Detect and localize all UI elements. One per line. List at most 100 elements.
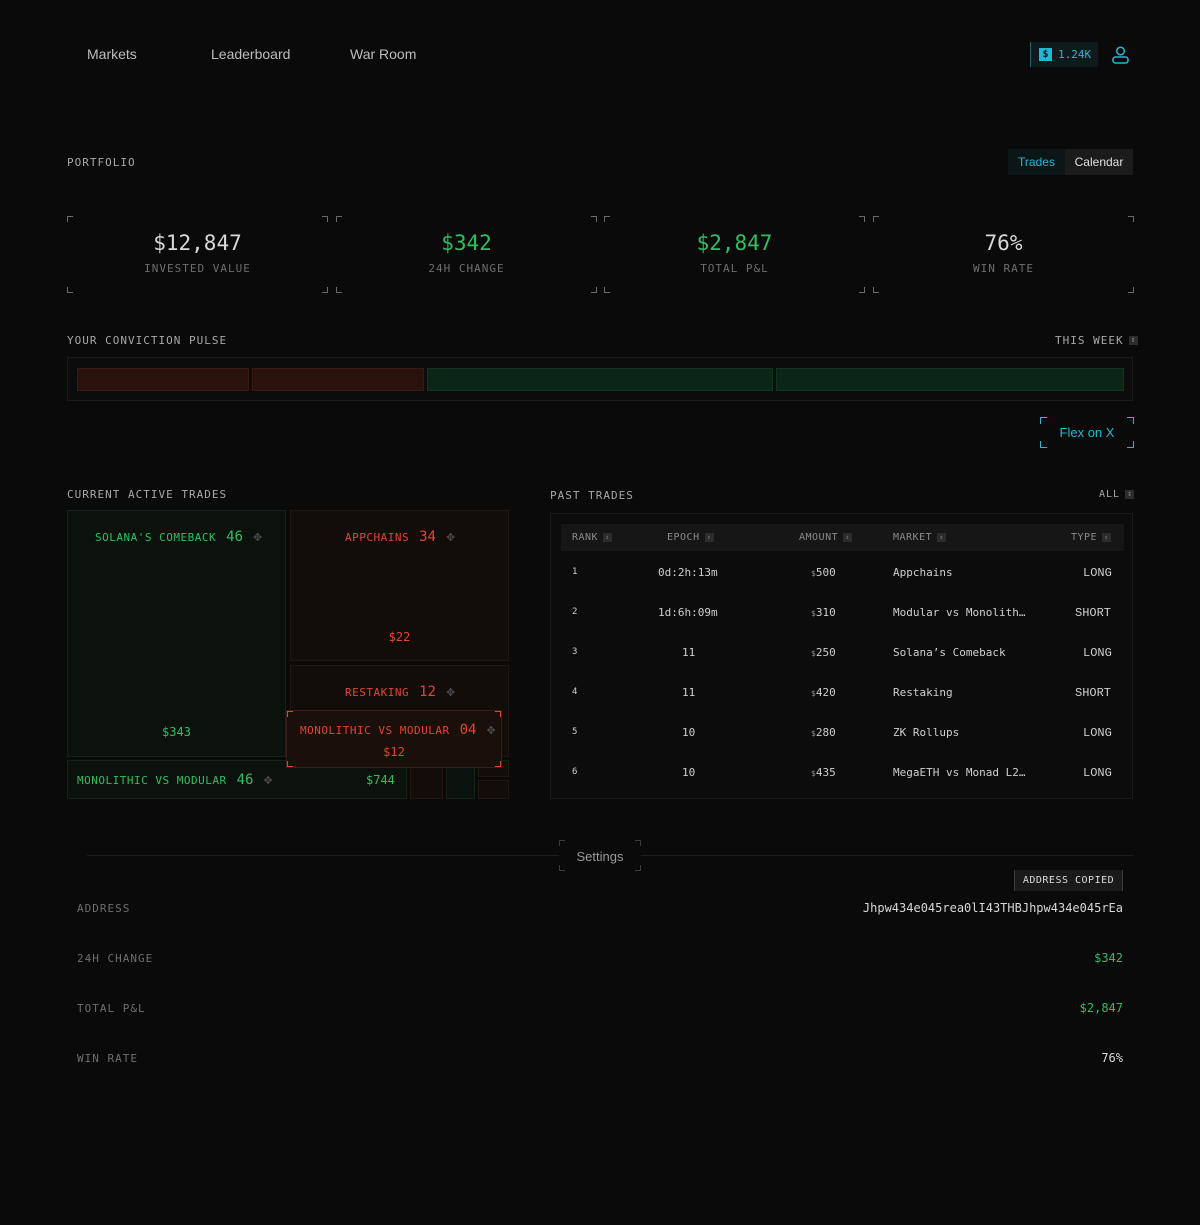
column-market[interactable]: MARKET ⇕ [893,532,947,543]
filter-label: ALL [1099,489,1121,500]
cell-type: LONG [1083,726,1112,740]
column-amount[interactable]: AMOUNT ⇕ [799,532,853,543]
move-icon[interactable]: ✥ [263,774,272,787]
move-icon[interactable]: ✥ [446,531,455,544]
sort-icon: ⇕ [1128,336,1138,345]
setting-value: $342 [1094,951,1123,965]
trade-name: RESTAKING [345,685,410,699]
pulse-title: YOUR CONVICTION PULSE [67,334,228,347]
view-toggle: Trades Calendar [1008,149,1133,175]
cell-amount: $250 [811,646,836,659]
trade-value: $12 [383,745,405,759]
pulse-segment [776,368,1124,391]
nav-markets[interactable]: Markets [87,46,137,62]
trade-tile-small[interactable] [478,780,509,799]
trade-value: $343 [162,725,191,739]
trade-name: MONOLITHIC VS MODULAR [77,773,227,787]
cell-rank: 4 [572,687,578,697]
move-icon[interactable]: ✥ [253,531,262,544]
sort-icon: ⇕ [603,533,613,542]
stat-value: $2,847 [696,231,773,255]
nav-leaderboard[interactable]: Leaderboard [211,46,290,62]
past-trades-filter[interactable]: ALL ⇕ [1099,489,1135,500]
settings-button[interactable]: Settings [559,840,641,871]
stat-label: WIN RATE [973,262,1034,275]
cell-epoch: 1d:6h:09m [658,606,718,619]
cell-type: SHORT [1075,606,1112,620]
cell-rank: 5 [572,727,578,737]
column-label: TYPE [1071,532,1098,543]
trade-name: MONOLITHIC VS MODULAR [300,723,450,737]
trade-tile[interactable]: SOLANA'S COMEBACK 46 ✥ $343 [67,510,286,757]
trade-tile-small[interactable] [446,765,475,799]
cell-type: LONG [1083,646,1112,660]
flex-on-x-label: Flex on X [1059,425,1115,440]
cell-rank: 2 [572,607,578,617]
cell-market: Solana’s Comeback [893,646,1006,659]
cell-amount: $435 [811,766,836,779]
table-row[interactable]: 3 11 $250 Solana’s Comeback LONG [551,646,1132,676]
move-icon[interactable]: ✥ [486,724,495,737]
past-trades-table: RANK ⇕ EPOCH ⇕ AMOUNT ⇕ MARKET ⇕ TYPE ⇕ 1 0d:… [550,513,1133,799]
cell-type: SHORT [1075,686,1112,700]
stat-value: $342 [441,231,492,255]
tab-trades[interactable]: Trades [1008,149,1065,175]
flex-on-x-button[interactable]: Flex on X [1040,417,1134,448]
column-rank[interactable]: RANK ⇕ [572,532,613,543]
cell-amount: $310 [811,606,836,619]
user-icon[interactable] [1112,46,1129,64]
stat-value: $12,847 [153,231,242,255]
sort-icon: ⇕ [937,533,947,542]
trade-tile-small[interactable] [410,765,443,799]
trade-count: 04 [459,722,477,738]
pulse-period-select[interactable]: THIS WEEK ⇕ [1055,334,1138,347]
column-type[interactable]: TYPE ⇕ [1071,532,1112,543]
column-label: MARKET [893,532,933,543]
dollar-icon: $ [1039,48,1052,61]
stat-label: INVESTED VALUE [144,262,251,275]
balance-badge[interactable]: $ 1.24K [1030,42,1098,67]
conviction-pulse-bar [67,357,1133,401]
sort-icon: ⇕ [843,533,853,542]
cell-market: Appchains [893,566,953,579]
cell-type: LONG [1083,566,1112,580]
move-icon[interactable]: ✥ [446,686,455,699]
setting-label: 24H CHANGE [77,952,154,965]
stat-card-invested: $12,847 INVESTED VALUE [67,216,328,293]
cell-rank: 3 [572,647,578,657]
cell-epoch: 11 [682,686,696,699]
nav-war-room[interactable]: War Room [350,46,416,62]
trade-count: 46 [236,772,254,788]
pulse-segment [77,368,249,391]
setting-value: $2,847 [1079,1001,1123,1015]
table-row[interactable]: 4 11 $420 Restaking SHORT [551,686,1132,716]
address-value[interactable]: Jhpw434e045rea0lI43THBJhpw434e045rEa [863,901,1123,915]
trade-tile[interactable]: APPCHAINS 34 ✥ $22 [290,510,509,661]
cell-epoch: 10 [682,726,696,739]
setting-label: ADDRESS [77,902,131,915]
stat-card-win-rate: 76% WIN RATE [873,216,1134,293]
balance-amount: 1.24K [1058,48,1092,61]
trade-count: 34 [419,529,436,545]
column-epoch[interactable]: EPOCH ⇕ [667,532,714,543]
settings-label: Settings [576,849,624,864]
cell-market: Modular vs Monolith… [893,606,1026,619]
trade-name: APPCHAINS [345,530,410,544]
portfolio-title: PORTFOLIO [67,156,136,169]
table-row[interactable]: 5 10 $280 ZK Rollups LONG [551,726,1132,756]
cell-type: LONG [1083,766,1112,780]
trade-tile-dragging[interactable]: MONOLITHIC VS MODULAR 04 ✥ $12 [286,710,502,768]
setting-value: 76% [1101,1051,1123,1065]
tab-calendar[interactable]: Calendar [1065,149,1133,175]
cell-amount: $500 [811,566,836,579]
table-row[interactable]: 6 10 $435 MegaETH vs Monad L2… LONG [551,766,1132,796]
trade-count: 12 [419,684,436,700]
trade-value: $22 [388,630,411,644]
cell-epoch: 0d:2h:13m [658,566,718,579]
stat-label: TOTAL P&L [700,262,769,275]
table-row[interactable]: 1 0d:2h:13m $500 Appchains LONG [551,566,1132,596]
stat-value: 76% [984,231,1023,255]
column-label: RANK [572,532,599,543]
sort-icon: ⇕ [1125,490,1135,499]
table-row[interactable]: 2 1d:6h:09m $310 Modular vs Monolith… SH… [551,606,1132,636]
